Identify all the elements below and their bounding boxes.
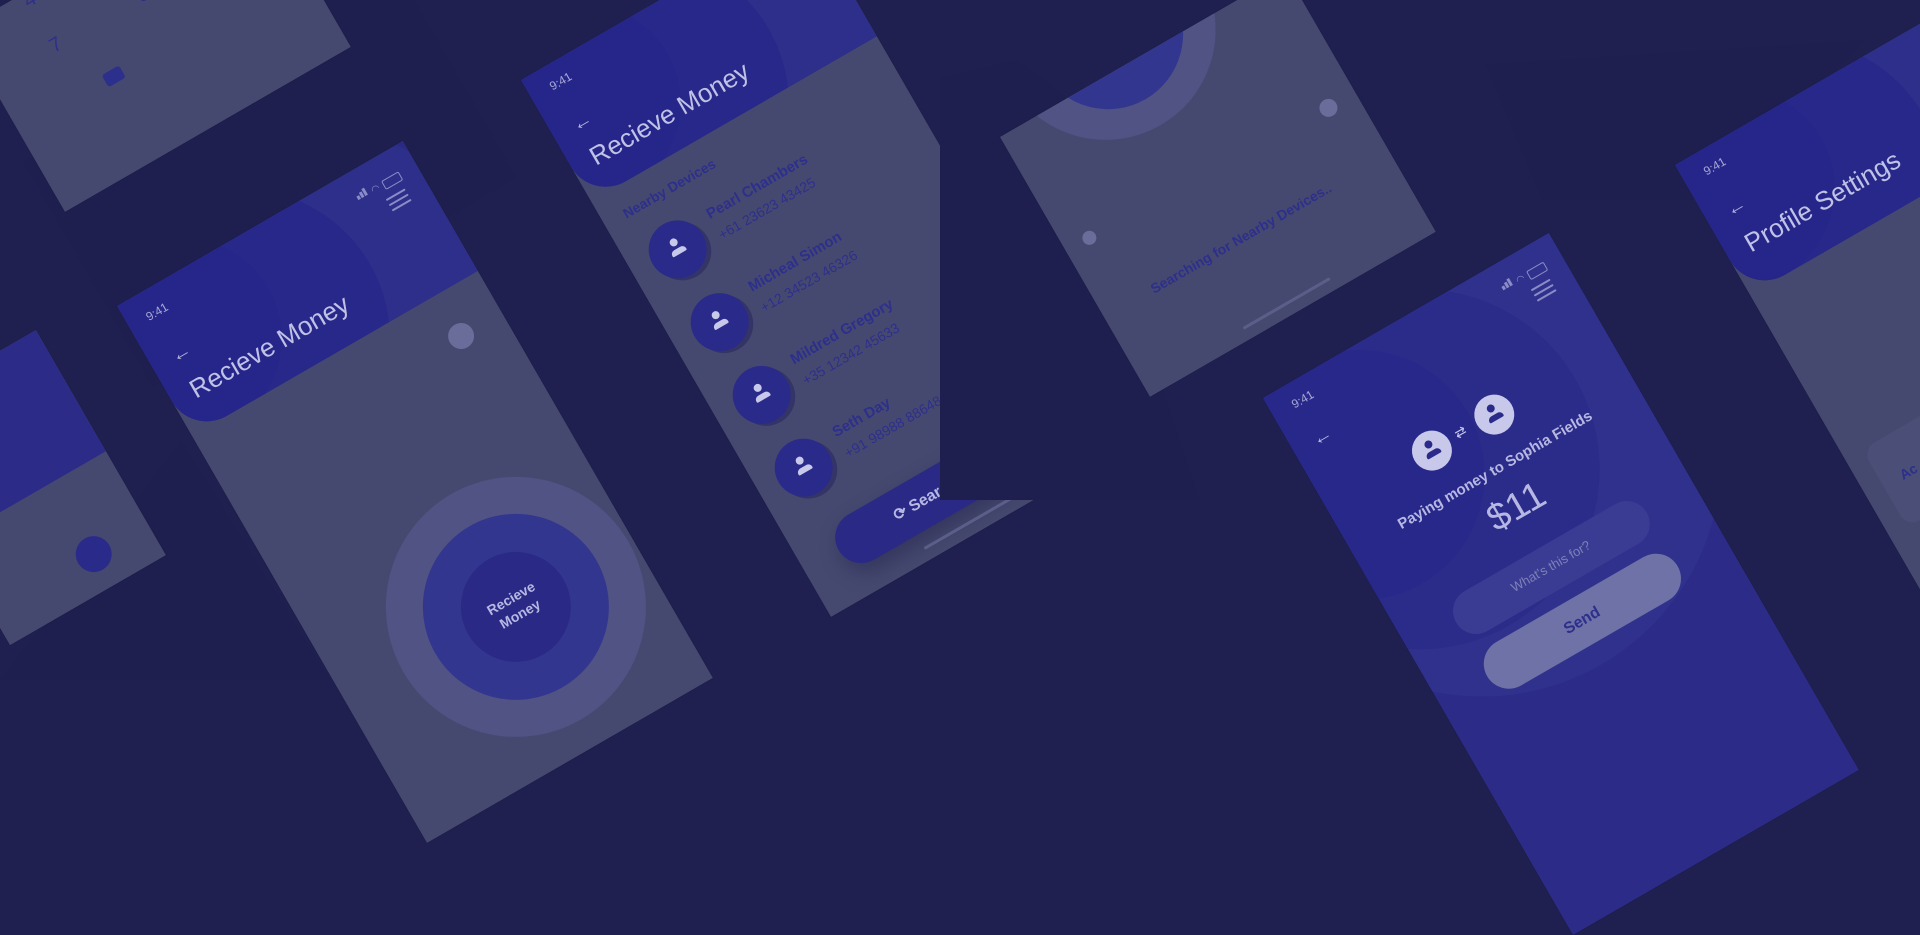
home-indicator	[1242, 277, 1331, 330]
user-icon	[749, 380, 773, 405]
device-dot	[1079, 228, 1099, 248]
indicator-dot	[443, 318, 479, 354]
user-icon	[707, 308, 731, 333]
device-avatar[interactable]	[638, 209, 718, 289]
header: 9:41 ← Profile Settings	[1675, 0, 1920, 295]
settings-item-label: Ac	[1896, 459, 1920, 483]
user-icon	[1419, 437, 1443, 462]
settings-card[interactable]: Ac	[1862, 304, 1920, 528]
device-avatar[interactable]	[680, 282, 760, 362]
user-icon	[1482, 401, 1506, 426]
device-avatar[interactable]	[722, 355, 802, 435]
user-icon	[791, 453, 815, 478]
device-avatar[interactable]	[764, 427, 844, 508]
keypad-key[interactable]: 0	[132, 0, 153, 8]
keypad-key[interactable]: 7	[46, 33, 67, 58]
device-dot	[1316, 95, 1341, 121]
payment-screen: 9:41 ◠ ← ⇄ Paying money to Sophia Fields…	[1263, 233, 1859, 935]
backspace-icon[interactable]	[101, 65, 126, 88]
user-icon	[665, 235, 689, 260]
searching-status: Searching for Nearby Devices..	[1147, 179, 1335, 297]
home-icon[interactable]	[69, 529, 119, 579]
refresh-icon: ⟳	[890, 503, 911, 525]
keypad-key[interactable]: 4	[20, 0, 41, 13]
